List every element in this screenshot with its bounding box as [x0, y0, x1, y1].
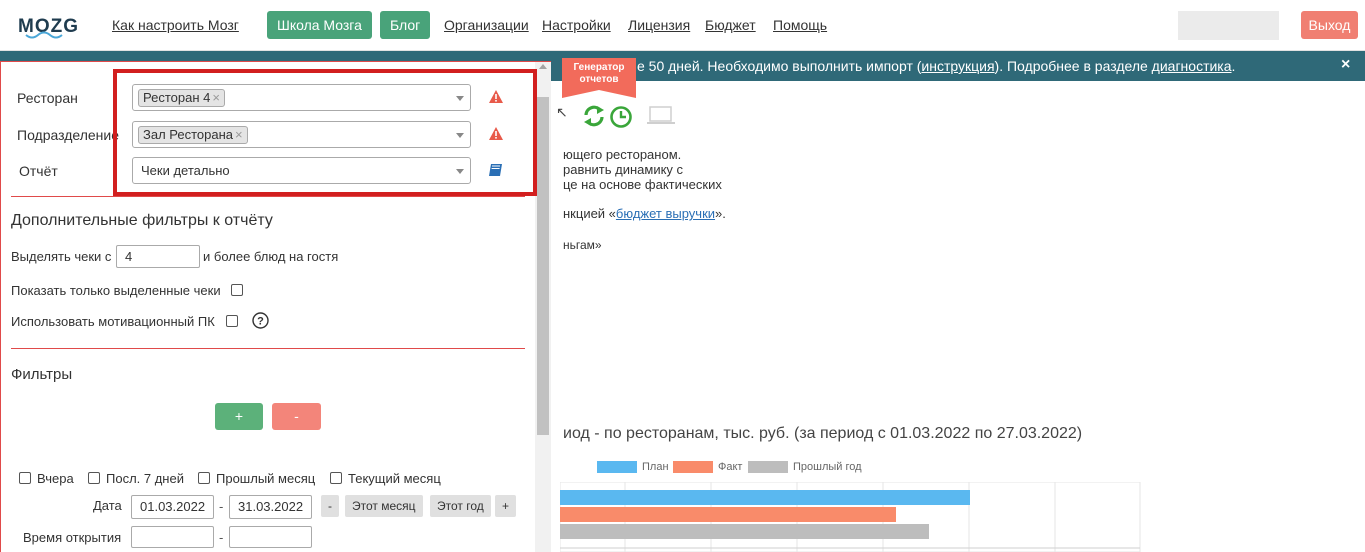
top-navbar: MOZG Как настроить Мозг Школа Мозга Блог… — [0, 0, 1365, 51]
nav-link-how-to-setup[interactable]: Как настроить Мозг — [112, 17, 239, 33]
description-text: нкцией « — [563, 206, 616, 221]
legend-label: Факт — [718, 461, 743, 473]
motivational-label: Использовать мотивационный ПК — [11, 314, 215, 329]
ribbon-line: Генератор — [573, 62, 625, 73]
remove-filter-button[interactable]: - — [272, 403, 321, 430]
back-arrow-icon: ↖ — [556, 104, 568, 120]
blog-button[interactable]: Блог — [380, 11, 431, 39]
time-dash: - — [219, 530, 224, 545]
highlight-checks-suffix: и более блюд на гостя — [203, 249, 339, 264]
mozg-logo[interactable]: MOZG — [18, 11, 80, 41]
legend-swatch — [748, 461, 788, 474]
chart-title: иод - по ресторанам, тыс. руб. (за перио… — [563, 425, 1083, 442]
scroll-up-arrow-icon[interactable] — [539, 64, 547, 69]
add-filter-button[interactable]: + — [215, 403, 263, 430]
logout-button[interactable]: Выход — [1301, 11, 1358, 39]
open-time-label: Время открытия — [23, 530, 122, 545]
divider — [11, 196, 525, 197]
description-line: ньгам» — [563, 238, 602, 252]
date-minus-button[interactable]: - — [321, 495, 339, 517]
nav-link-budget[interactable]: Бюджет — [705, 17, 756, 33]
user-placeholder — [1178, 11, 1279, 40]
yesterday-label: Вчера — [37, 471, 74, 486]
date-from-input[interactable]: 01.03.2022 — [131, 495, 214, 519]
highlight-checks-label: Выделять чеки с — [11, 249, 112, 264]
bar-1 — [560, 507, 896, 522]
yesterday-checkbox[interactable] — [19, 472, 31, 484]
school-button[interactable]: Школа Мозга — [267, 11, 372, 39]
legend-item-fact[interactable]: Факт — [673, 461, 742, 475]
division-label: Подразделение — [17, 127, 120, 143]
close-icon[interactable]: × — [1341, 56, 1350, 74]
extra-filters-title: Дополнительные фильтры к отчёту — [11, 212, 273, 229]
laptop-icon[interactable] — [646, 106, 676, 129]
this-month-button[interactable]: Этот месяц — [345, 495, 423, 517]
description-line: нкцией «бюджет выручки». — [563, 206, 726, 221]
legend-swatch — [673, 461, 713, 474]
description-line: це на основе фактических — [563, 177, 722, 192]
clock-icon[interactable] — [609, 105, 633, 132]
open-time-to-input[interactable] — [229, 526, 312, 548]
diagnostics-link[interactable]: диагностика — [1152, 58, 1232, 74]
date-to-input[interactable]: 31.03.2022 — [229, 495, 312, 519]
motivational-checkbox[interactable] — [226, 315, 238, 327]
this-month-label: Текущий месяц — [348, 471, 441, 486]
legend-label: План — [642, 461, 669, 473]
banner-text-part2: ). Подробнее в разделе — [994, 58, 1152, 74]
only-highlighted-label: Показать только выделенные чеки — [11, 283, 221, 298]
this-month-checkbox[interactable] — [330, 472, 342, 484]
legend-item-plan[interactable]: План — [597, 461, 669, 475]
nav-link-organizations[interactable]: Организации — [444, 17, 529, 33]
refresh-icon[interactable] — [582, 104, 606, 131]
last7-label: Посл. 7 дней — [106, 471, 184, 486]
nav-link-help[interactable]: Помощь — [773, 17, 827, 33]
ribbon-line: отчетов — [579, 74, 619, 85]
report-label: Отчёт — [19, 163, 58, 179]
bar-2 — [560, 524, 929, 539]
nav-link-settings[interactable]: Настройки — [542, 17, 611, 33]
date-dash: - — [219, 499, 224, 514]
help-icon[interactable]: ? — [252, 312, 269, 332]
bar-chart — [560, 482, 1141, 552]
bar-0 — [560, 490, 970, 505]
date-plus-button[interactable]: + — [495, 495, 517, 517]
restaurant-label: Ресторан — [17, 90, 78, 106]
last-month-checkbox[interactable] — [198, 472, 210, 484]
only-highlighted-checkbox[interactable] — [231, 284, 243, 296]
scrollbar-thumb[interactable] — [537, 97, 549, 435]
description-line: равнить динамику с — [563, 162, 684, 177]
last7-checkbox[interactable] — [88, 472, 100, 484]
dish-count-input[interactable]: 4 — [116, 245, 200, 268]
legend-label: Прошлый год — [793, 461, 862, 473]
date-label: Дата — [93, 498, 122, 513]
legend-item-last-year[interactable]: Прошлый год — [748, 461, 862, 475]
banner-text: е 50 дней. Необходимо выполнить импорт (… — [637, 58, 1235, 74]
banner-text-end: . — [1231, 58, 1236, 74]
last-month-label: Прошлый месяц — [216, 471, 316, 486]
filters-title: Фильтры — [11, 366, 73, 383]
open-time-from-input[interactable] — [131, 526, 214, 548]
report-generator-ribbon[interactable]: Генератор отчетов — [562, 58, 636, 98]
description-text: ». — [715, 206, 726, 221]
banner-text-part1: е 50 дней. Необходимо выполнить импорт ( — [637, 58, 922, 74]
divider — [11, 348, 525, 349]
legend-swatch — [597, 461, 637, 474]
help-glyph: ? — [257, 316, 264, 328]
this-year-button[interactable]: Этот год — [430, 495, 491, 517]
budget-revenue-link[interactable]: бюджет выручки — [616, 206, 715, 221]
description-line: ющего рестораном. — [563, 147, 682, 162]
nav-link-license[interactable]: Лицензия — [628, 17, 690, 33]
highlight-frame — [113, 69, 537, 196]
instruction-link[interactable]: инструкция — [921, 58, 994, 74]
